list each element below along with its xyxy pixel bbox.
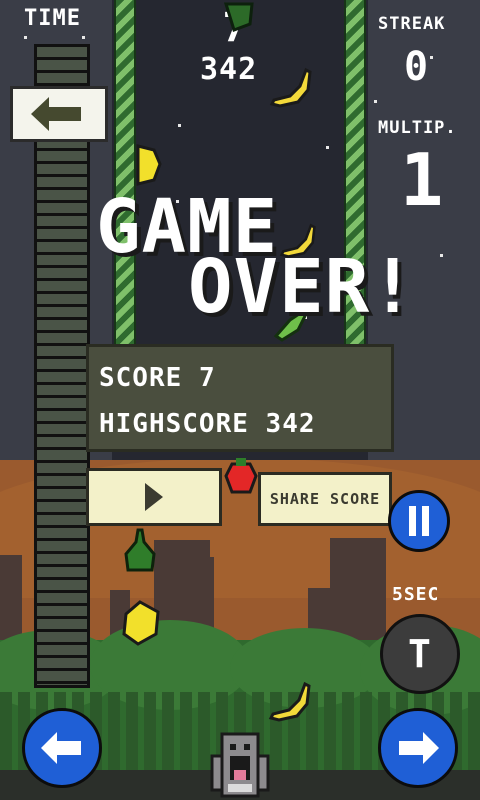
score-label: SCORE [99, 363, 183, 393]
strawberry-fruit [224, 458, 258, 494]
arrow-right-icon [399, 732, 439, 764]
game-screen: TIME STREAK 0 MULTIP. 1 7 342 GA [0, 0, 480, 800]
lemon-fruit [122, 600, 160, 646]
timer-label: 5SEC [392, 584, 440, 605]
score-panel: SCORE 7 HIGHSCORE 342 [86, 344, 394, 452]
time-powerup-label: T [408, 632, 432, 676]
arrow-left-icon [41, 732, 81, 764]
highscore-value: 342 [265, 409, 316, 439]
time-powerup-button[interactable]: T [380, 614, 460, 694]
time-label: TIME [24, 6, 81, 31]
highscore-row: HIGHSCORE 342 [99, 409, 316, 439]
streak-label: STREAK [378, 14, 446, 34]
play-again-button[interactable] [86, 468, 222, 526]
move-left-button[interactable] [22, 708, 102, 788]
arrow-left-icon [31, 97, 81, 131]
move-right-button[interactable] [378, 708, 458, 788]
game-over-line2: OVER! [188, 244, 416, 330]
banana-fruit [269, 67, 312, 108]
multiplier-value: 1 [400, 138, 445, 222]
highscore-label: HIGHSCORE [99, 409, 249, 439]
star [430, 56, 433, 59]
share-score-label: SHARE SCORE [269, 490, 381, 508]
play-icon [145, 483, 163, 511]
star [82, 36, 85, 39]
star [178, 124, 181, 127]
star [24, 36, 27, 39]
lemon-fruit [136, 144, 162, 186]
star [326, 146, 329, 149]
pause-button[interactable] [388, 490, 450, 552]
leaf-fruit [223, 2, 254, 32]
share-score-button[interactable]: SHARE SCORE [258, 472, 392, 526]
back-button[interactable] [10, 86, 108, 142]
pear-fruit [124, 528, 156, 572]
player-character [210, 732, 270, 798]
score-value: 7 [198, 363, 216, 393]
star [440, 254, 443, 257]
star [374, 100, 377, 103]
banana-fruit [268, 681, 311, 722]
multiplier-label: MULTIP. [378, 118, 457, 138]
pause-icon [409, 506, 429, 536]
time-bar-fill [37, 47, 87, 685]
streak-value: 0 [404, 44, 430, 90]
best-score: 342 [200, 52, 258, 87]
score-row: SCORE 7 [99, 363, 216, 393]
